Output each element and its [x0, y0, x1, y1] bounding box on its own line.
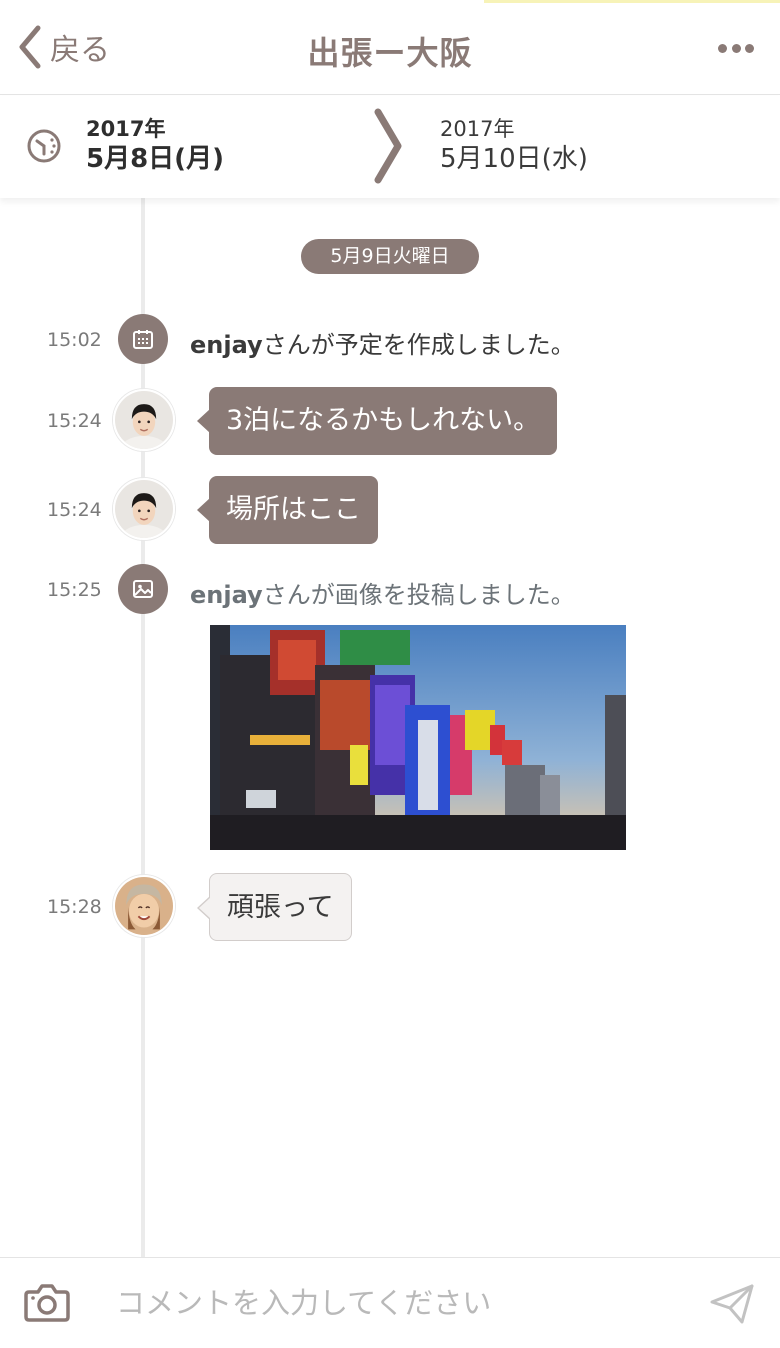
- progress-indicator: [484, 0, 780, 3]
- avatar[interactable]: [113, 875, 175, 937]
- entry-time: 15:24: [47, 410, 102, 432]
- entry-time: 15:25: [47, 579, 102, 601]
- page-title: 出張ー大阪: [307, 34, 473, 72]
- comment-bar: [0, 1257, 780, 1348]
- chevron-right-icon: [374, 108, 402, 184]
- more-options-button[interactable]: [718, 40, 754, 56]
- event-user: enjay: [190, 331, 263, 359]
- image-icon: [118, 564, 168, 614]
- more-dot-icon: [731, 43, 741, 53]
- chat-bubble[interactable]: 場所はここ: [197, 476, 378, 544]
- clock-icon: [27, 129, 61, 163]
- avatar[interactable]: [113, 478, 175, 540]
- start-date-day: 5月8日(月): [86, 144, 224, 174]
- event-text: enjayさんが予定を作成しました。: [190, 325, 575, 360]
- event-text: enjayさんが画像を投稿しました。: [190, 575, 575, 610]
- event-description: さんが予定を作成しました。: [262, 331, 575, 359]
- entry-time: 15:28: [47, 896, 102, 918]
- event-description: さんが画像を投稿しました。: [262, 581, 575, 609]
- more-dot-icon: [745, 43, 754, 53]
- event-user: enjay: [190, 581, 263, 609]
- entry-time: 15:02: [47, 329, 102, 351]
- end-date-year: 2017年: [440, 117, 515, 141]
- calendar-icon: [118, 314, 168, 364]
- start-date: 2017年 5月8日(月): [86, 116, 224, 176]
- send-icon[interactable]: [708, 1282, 756, 1326]
- day-badge: 5月9日火曜日: [301, 239, 479, 274]
- chat-bubble[interactable]: 頑張って: [197, 873, 352, 941]
- end-date: 2017年 5月10日(水): [440, 116, 588, 176]
- chat-bubble[interactable]: 3泊になるかもしれない。: [196, 387, 558, 455]
- posted-image[interactable]: [210, 625, 626, 850]
- top-bar: 戻る 出張ー大阪: [0, 0, 780, 95]
- entry-time: 15:24: [47, 499, 102, 521]
- comment-input[interactable]: [116, 1280, 676, 1326]
- camera-icon[interactable]: [23, 1280, 71, 1324]
- more-dot-icon: [718, 43, 727, 53]
- avatar[interactable]: [113, 389, 175, 451]
- start-date-year: 2017年: [86, 117, 166, 141]
- date-range-bar[interactable]: 2017年 5月8日(月) 2017年 5月10日(水): [0, 96, 780, 198]
- end-date-day: 5月10日(水): [440, 144, 588, 174]
